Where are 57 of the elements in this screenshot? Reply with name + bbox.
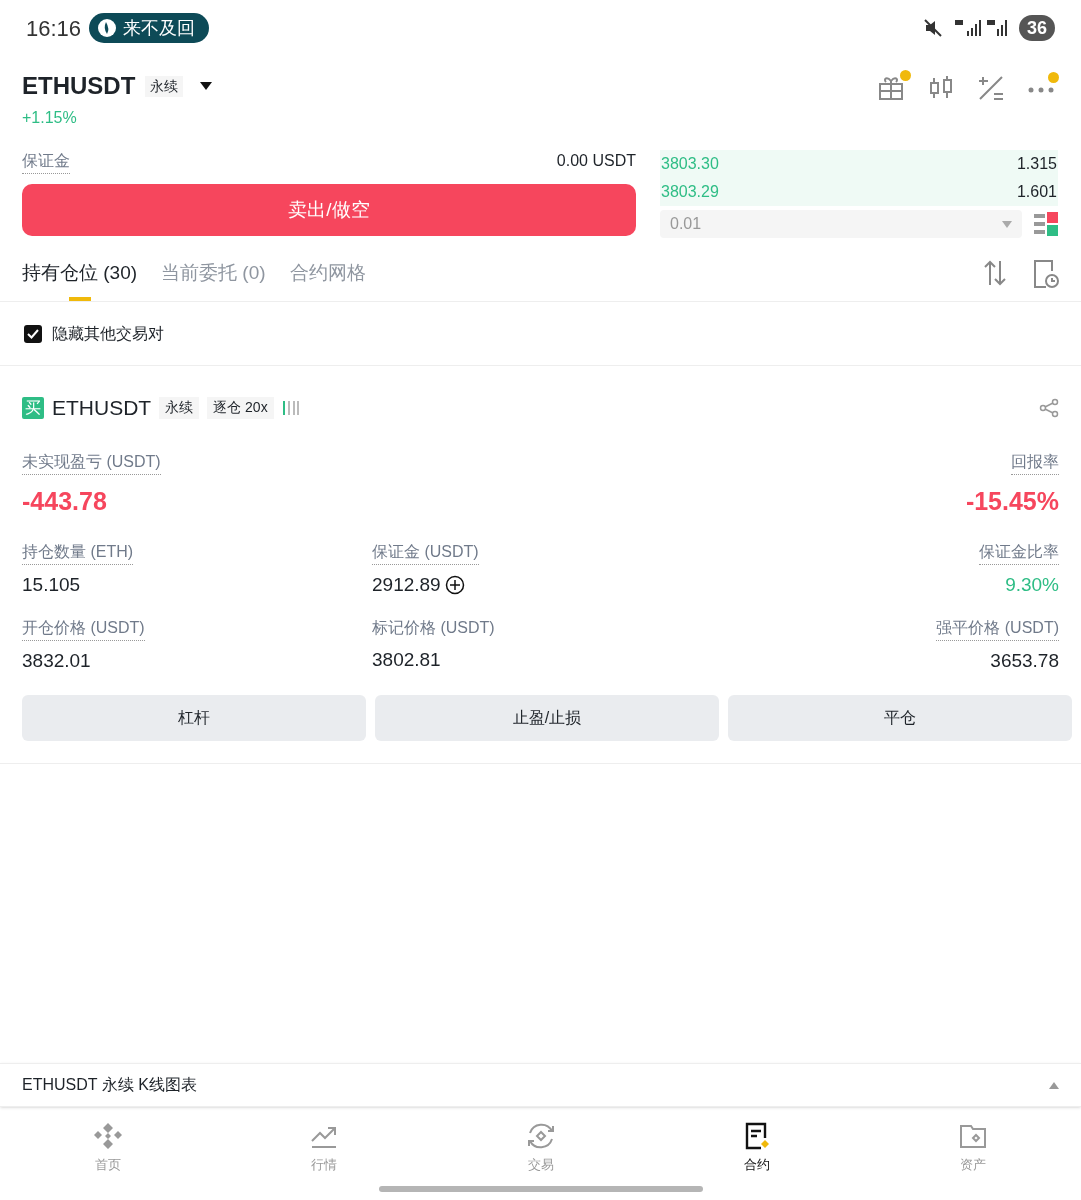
action-button[interactable]: 止盈/止损 <box>375 695 719 741</box>
bid-price: 3803.29 <box>661 182 719 202</box>
gift-icon[interactable] <box>877 74 905 102</box>
field-label: 开仓价格 (USDT) <box>22 615 145 641</box>
checkbox[interactable] <box>24 324 42 343</box>
bid-quantity: 1.315 <box>1016 154 1057 174</box>
field-value: 9.30% <box>1005 573 1059 597</box>
mute-icon <box>923 18 943 38</box>
margin-value: 0.00 USDT <box>556 151 636 171</box>
field-value: 3802.81 <box>372 647 441 672</box>
share-icon[interactable] <box>1039 397 1059 418</box>
price-change: +1.15% <box>22 108 78 128</box>
symbol-title[interactable]: ETHUSDT <box>22 68 136 104</box>
field-value: 3832.01 <box>22 648 91 673</box>
history-icon[interactable] <box>1033 259 1059 289</box>
roe-label: 回报率 <box>1011 449 1059 475</box>
field-value: 3653.78 <box>990 648 1059 673</box>
caret-icon <box>1002 220 1012 228</box>
notification-pill[interactable]: 来不及回 <box>89 13 210 43</box>
field-label: 保证金 (USDT) <box>372 540 479 565</box>
action-button[interactable]: 平仓 <box>728 695 1072 741</box>
strength-icon <box>281 399 300 416</box>
position-tag: 永续 <box>159 396 200 419</box>
sell-button[interactable]: 卖出/做空 <box>22 184 636 236</box>
field-value: 15.105 <box>22 573 81 597</box>
signal-icon <box>953 17 1009 39</box>
add-margin-icon[interactable] <box>444 575 465 596</box>
field-value: 2912.89 <box>372 573 441 597</box>
calculator-icon[interactable] <box>977 74 1005 102</box>
checkbox-label: 隐藏其他交易对 <box>52 323 164 344</box>
clock-time: 16:16 <box>26 14 82 43</box>
side-badge: 买 <box>22 396 44 419</box>
app-icon <box>97 18 118 38</box>
caret-icon[interactable] <box>199 81 214 91</box>
contract-tag: 永续 <box>145 75 184 97</box>
battery-level: 36 <box>1019 15 1055 41</box>
position-tag: 逐仓 20x <box>207 396 274 419</box>
position-symbol: ETHUSDT <box>52 395 152 421</box>
field-label: 持仓数量 (ETH) <box>22 540 134 565</box>
caret-up-icon[interactable] <box>1049 1081 1059 1089</box>
bid-quantity: 1.601 <box>1016 182 1057 202</box>
roe-value: -15.45% <box>965 485 1059 517</box>
field-label: 强平价格 (USDT) <box>936 615 1059 641</box>
tab[interactable]: 持有仓位 (30) <box>22 258 138 301</box>
action-button[interactable]: 杠杆 <box>22 695 366 741</box>
pnl-label: 未实现盈亏 (USDT) <box>22 449 161 475</box>
layout-icon[interactable] <box>1034 212 1058 236</box>
nav-tab[interactable]: 合约 <box>648 1121 865 1200</box>
bid-price: 3803.30 <box>661 154 719 174</box>
margin-label: 保证金 <box>22 148 70 174</box>
pnl-value: -443.78 <box>22 485 107 517</box>
sort-icon[interactable] <box>983 259 1007 287</box>
diamond-logo-icon <box>93 1121 124 1151</box>
chart-bar[interactable]: ETHUSDT 永续 K线图表 <box>0 1063 1081 1107</box>
field-label: 保证金比率 <box>979 540 1059 565</box>
field-label: 标记价格 (USDT) <box>372 617 495 638</box>
chart-bar-title: ETHUSDT 永续 K线图表 <box>22 1075 197 1095</box>
